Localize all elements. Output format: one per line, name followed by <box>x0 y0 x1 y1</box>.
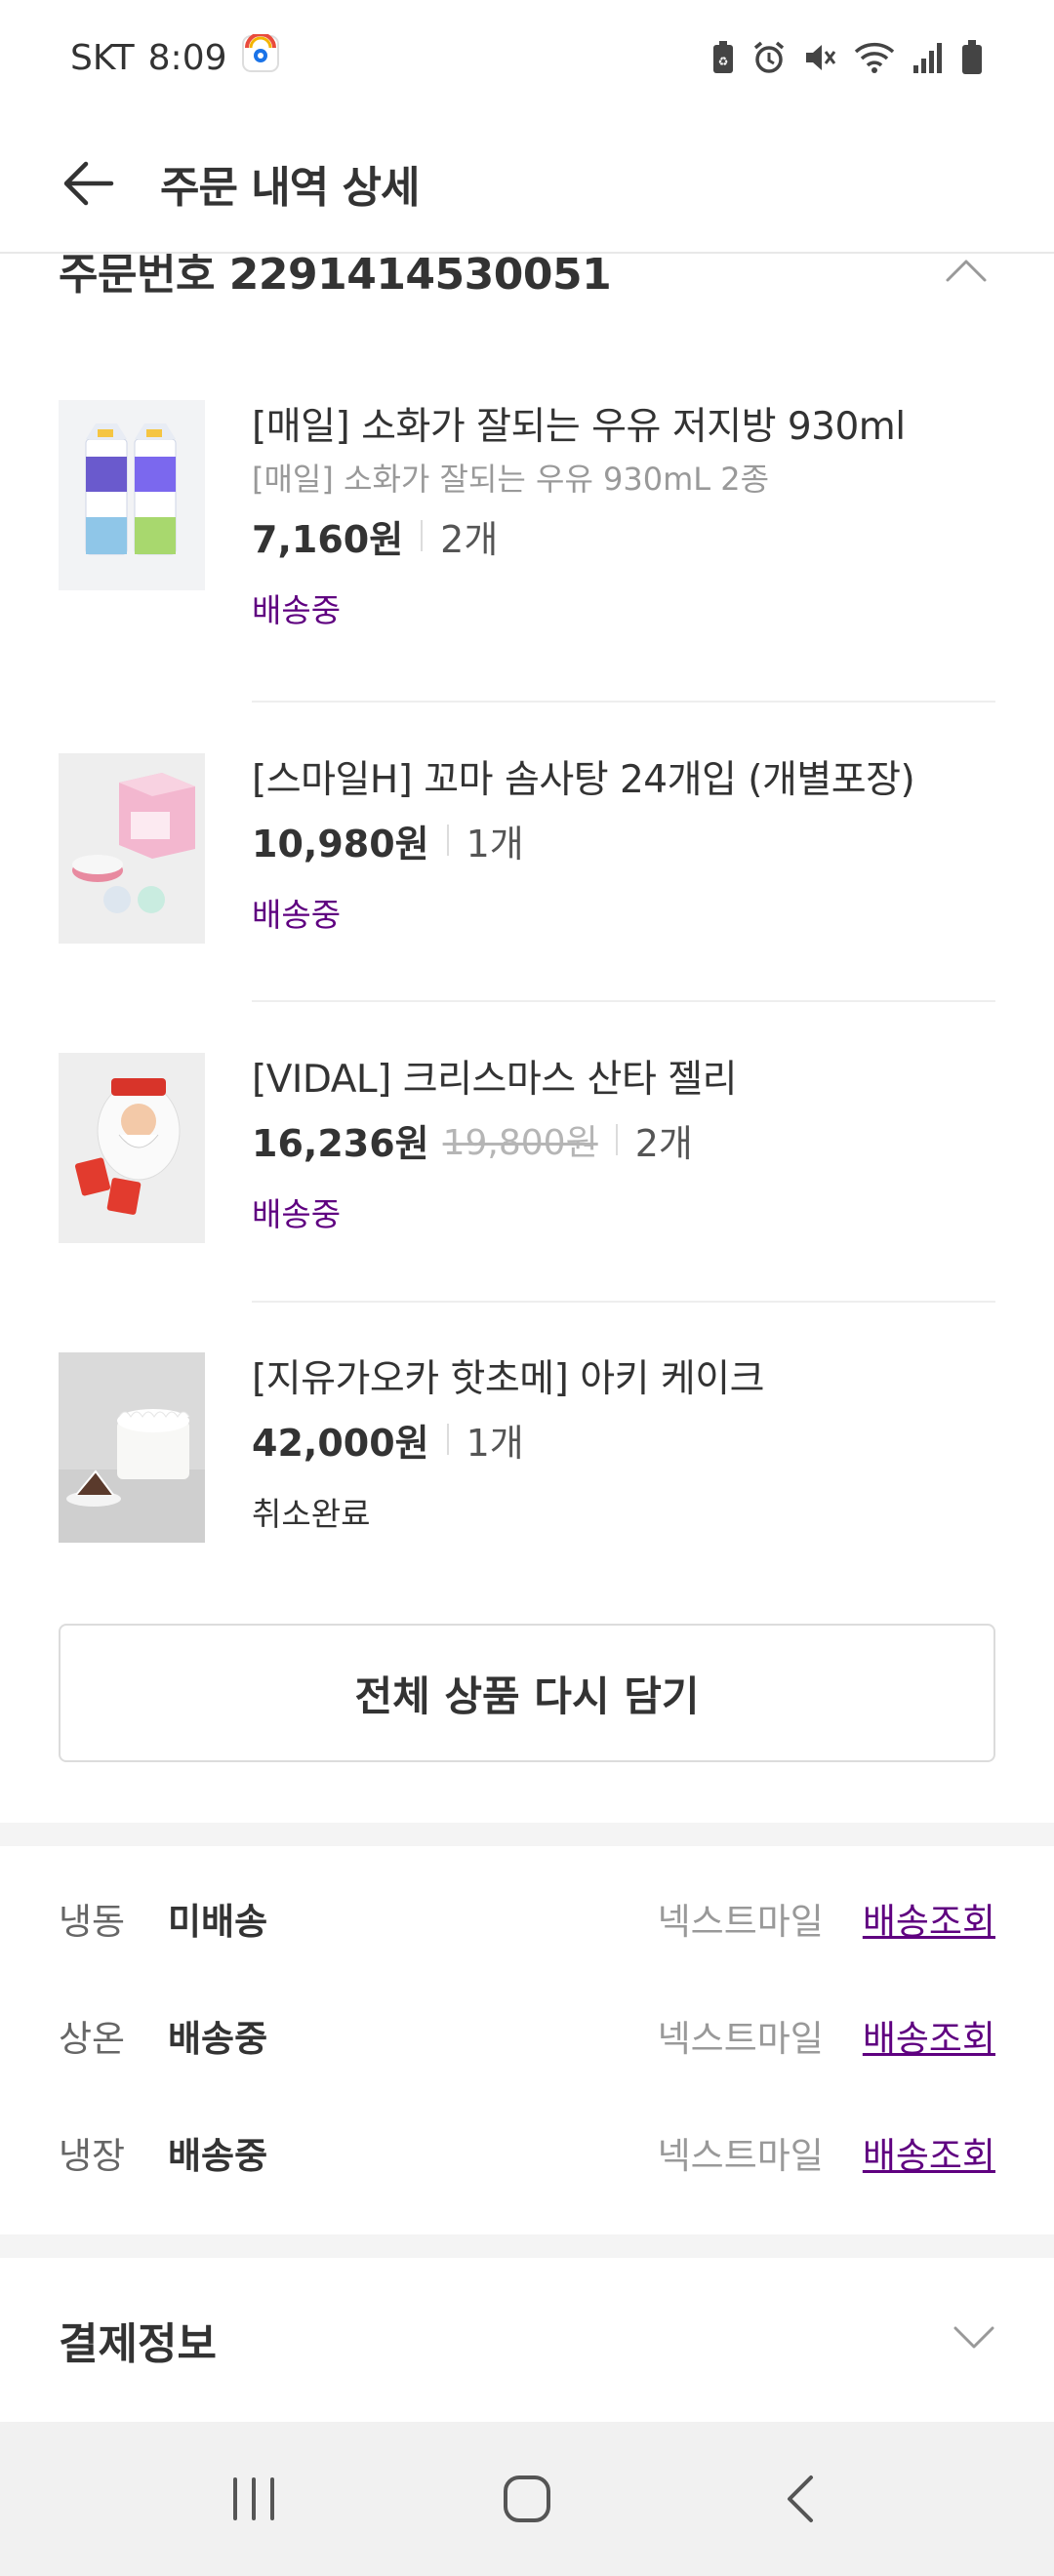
signal-icon <box>912 40 945 75</box>
cake-image <box>59 1352 205 1543</box>
santa-jelly-image <box>59 1053 205 1243</box>
recent-apps-icon <box>233 2477 274 2520</box>
price-separator <box>446 825 449 856</box>
shipment-state: 배송중 <box>168 2135 268 2177</box>
item-divider <box>252 701 995 703</box>
product-name[interactable]: [지유가오카 핫초메] 아키 케이크 <box>252 1352 993 1407</box>
payment-info-toggle[interactable]: 결제정보 <box>0 2262 1054 2418</box>
product-info: [VIDAL] 크리스마스 산타 젤리 16,236원 19,800원 2개 배… <box>252 1053 993 1238</box>
price-row: 10,980원 1개 <box>252 808 993 872</box>
delivery-status: 배송중 <box>252 896 342 934</box>
payment-title: 결제정보 <box>59 2319 217 2369</box>
item-divider <box>252 1301 995 1303</box>
product-quantity: 2개 <box>440 517 499 561</box>
cancel-status: 취소완료 <box>252 1495 371 1533</box>
product-thumbnail-cotton-candy[interactable] <box>59 753 205 944</box>
battery-icon <box>960 39 984 76</box>
price-row: 7,160원 2개 <box>252 503 993 568</box>
product-quantity: 1개 <box>466 1421 524 1465</box>
price-separator <box>446 1424 449 1455</box>
product-name[interactable]: [VIDAL] 크리스마스 산타 젤리 <box>252 1053 993 1107</box>
recent-apps-button[interactable] <box>200 2445 307 2553</box>
arrow-left-icon <box>63 161 114 206</box>
shipment-carrier: 넥스트마일 <box>657 2135 824 2177</box>
price-row: 42,000원 1개 <box>252 1407 993 1471</box>
product-thumbnail-santa-jelly[interactable] <box>59 1053 205 1243</box>
product-price: 42,000원 <box>252 1421 429 1465</box>
app-header: 주문 내역 상세 <box>0 115 1054 254</box>
product-info: [지유가오카 핫초메] 아키 케이크 42,000원 1개 취소완료 <box>252 1352 993 1538</box>
shipment-carrier: 넥스트마일 <box>657 1901 824 1943</box>
shipment-temperature: 상온 <box>59 2018 126 2060</box>
shipment-row-frozen: 냉동 미배송 넥스트마일 배송조회 <box>59 1889 995 1948</box>
section-gap <box>0 2234 1054 2258</box>
shipment-temperature: 냉장 <box>59 2135 126 2177</box>
section-gap <box>0 1823 1054 1846</box>
track-shipment-link[interactable]: 배송조회 <box>863 2126 995 2179</box>
shipment-temperature: 냉동 <box>59 1901 126 1943</box>
shipment-carrier: 넥스트마일 <box>657 2018 824 2060</box>
product-quantity: 2개 <box>634 1121 693 1165</box>
back-button[interactable] <box>39 135 137 232</box>
product-info: [스마일H] 꼬마 솜사탕 24개입 (개별포장) 10,980원 1개 배송중 <box>252 753 993 939</box>
product-price: 16,236원 <box>252 1121 429 1165</box>
original-price: 19,800원 <box>442 1123 598 1163</box>
shipment-state: 미배송 <box>168 1901 268 1943</box>
status-bar: SKT 8:09 ♻ <box>0 0 1054 115</box>
price-separator <box>615 1124 618 1155</box>
system-back-button[interactable] <box>747 2445 854 2553</box>
product-name[interactable]: [스마일H] 꼬마 솜사탕 24개입 (개별포장) <box>252 753 993 808</box>
cotton-candy-image <box>59 753 205 944</box>
reorder-all-button[interactable]: 전체 상품 다시 담기 <box>59 1624 995 1762</box>
alarm-icon <box>751 40 787 75</box>
system-nav-bar <box>0 2422 1054 2576</box>
mute-icon <box>802 40 837 75</box>
track-shipment-link[interactable]: 배송조회 <box>863 2009 995 2062</box>
home-icon <box>504 2475 550 2522</box>
status-icons: ♻ <box>710 39 984 76</box>
carrier-label: SKT <box>70 37 135 78</box>
product-name[interactable]: [매일] 소화가 잘되는 우유 저지방 930ml <box>252 400 993 455</box>
track-shipment-link[interactable]: 배송조회 <box>863 1892 995 1945</box>
battery-saver-icon: ♻ <box>710 40 736 75</box>
svg-text:♻: ♻ <box>718 55 729 68</box>
home-button[interactable] <box>473 2445 581 2553</box>
status-left: SKT 8:09 <box>70 31 280 82</box>
product-price: 7,160원 <box>252 517 404 561</box>
clock: 8:09 <box>147 37 227 78</box>
price-row: 16,236원 19,800원 2개 <box>252 1107 993 1172</box>
chevron-down-icon <box>953 2325 995 2355</box>
product-option: [매일] 소화가 잘되는 우유 930mL 2종 <box>252 461 770 498</box>
milk-carton-image <box>59 400 205 590</box>
back-chevron-icon <box>788 2475 813 2522</box>
item-divider <box>252 1000 995 1002</box>
delivery-status: 배송중 <box>252 591 342 629</box>
chevron-up-icon <box>946 260 987 282</box>
wifi-icon <box>853 40 896 75</box>
product-thumbnail-cake[interactable] <box>59 1352 205 1543</box>
location-app-icon <box>241 31 280 82</box>
price-separator <box>421 520 424 551</box>
shipment-state: 배송중 <box>168 2018 268 2060</box>
product-info: [매일] 소화가 잘되는 우유 저지방 930ml [매일] 소화가 잘되는 우… <box>252 400 993 634</box>
product-thumbnail-milk[interactable] <box>59 400 205 590</box>
product-quantity: 1개 <box>466 822 524 865</box>
product-price: 10,980원 <box>252 822 429 865</box>
page-title: 주문 내역 상세 <box>160 163 421 213</box>
shipment-row-room-temp: 상온 배송중 넥스트마일 배송조회 <box>59 2006 995 2065</box>
delivery-status: 배송중 <box>252 1195 342 1233</box>
shipment-row-refrigerated: 냉장 배송중 넥스트마일 배송조회 <box>59 2123 995 2182</box>
